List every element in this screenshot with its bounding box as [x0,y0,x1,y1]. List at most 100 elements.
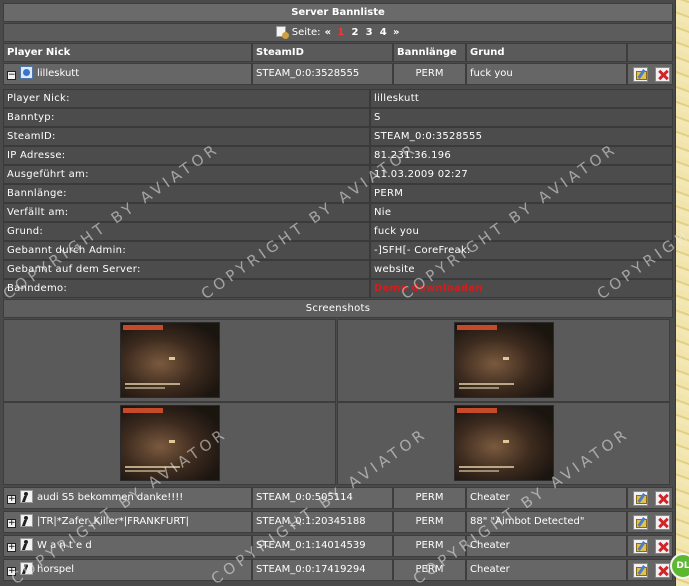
column-header-actions [627,43,673,62]
edit-icon[interactable] [633,67,648,82]
edit-icon[interactable] [633,539,648,554]
detail-label: Gebannt auf dem Server: [3,260,370,279]
steamid-cell: STEAM_0:0:505114 [252,487,393,509]
detail-value: 81.231.36.196 [370,146,673,165]
pager-link-1[interactable]: 1 [337,27,344,38]
detail-row-reason: Grund: fuck you [3,222,673,241]
steamid-cell: STEAM_0:1:20345188 [252,511,393,533]
delete-icon[interactable] [655,539,670,554]
screenshot-thumbnail[interactable] [454,322,554,398]
detail-row-steamid: SteamID: STEAM_0:0:3528555 [3,127,673,146]
ban-length-cell: PERM [393,487,466,509]
detail-value: -]SFH[- CoreFreak: [370,241,673,260]
ban-length-cell: PERM [393,63,466,85]
expand-toggle-icon[interactable]: + [7,567,16,576]
page-icon [275,26,289,39]
screenshot-cell [337,319,670,402]
delete-icon[interactable] [655,67,670,82]
pager-next-link[interactable]: » [393,27,399,38]
table-header: Player Nick SteamID Bannlänge Grund [3,43,673,62]
detail-value: fuck you [370,222,673,241]
pagination: Seite: « 1 2 3 4 » [3,23,673,42]
actions-cell [627,487,673,509]
detail-row-banntyp: Banntyp: S [3,108,673,127]
column-header-steamid: SteamID [252,43,393,62]
detail-row-expires: Verfällt am: Nie [3,203,673,222]
ban-length-cell: PERM [393,535,466,557]
detail-row-ip: IP Adresse: 81.231.36.196 [3,146,673,165]
steamid-cell: STEAM_0:0:3528555 [252,63,393,85]
pager-link-3[interactable]: 3 [366,27,373,38]
reason-cell: fuck you [466,63,627,85]
detail-label: IP Adresse: [3,146,370,165]
actions-cell [627,63,673,85]
expand-toggle-icon[interactable]: + [7,543,16,552]
pager-link-2[interactable]: 2 [351,27,358,38]
ban-row: + W a n t e d STEAM_0:1:14014539 PERM Che… [3,535,673,557]
pager-label: Seite: [291,27,321,38]
player-nick: lilleskutt [37,68,80,79]
reason-cell: Cheater [466,487,627,509]
delete-icon[interactable] [655,491,670,506]
user-icon [20,562,33,575]
screenshot-thumbnail[interactable] [120,405,220,481]
screenshots-title: Screenshots [3,299,673,318]
expand-toggle-icon[interactable]: + [7,495,16,504]
detail-value: 11.03.2009 02:27 [370,165,673,184]
player-nick-cell: + audi S5 bekommen danke!!!! [3,487,252,509]
detail-label: Gebannt durch Admin: [3,241,370,260]
screenshot-cell [3,402,336,485]
user-icon [20,538,33,551]
screenshot-thumbnail[interactable] [454,405,554,481]
ban-length-cell: PERM [393,559,466,581]
user-icon [20,490,33,503]
player-nick-cell: − lilleskutt [3,63,252,85]
player-nick: |TR|*Zafer_Killer*|FRANKFURT| [37,516,190,527]
player-nick-cell: + horspel [3,559,252,581]
screenshot-cell [3,319,336,402]
player-nick: horspel [37,564,75,575]
reason-cell: 88" "Aimbot Detected" [466,511,627,533]
detail-value: STEAM_0:0:3528555 [370,127,673,146]
column-header-bannlaenge: Bannlänge [393,43,466,62]
screenshot-cell [337,402,670,485]
demo-download-link[interactable]: Demo downloaden [370,279,673,298]
player-nick-cell: + |TR|*Zafer_Killer*|FRANKFURT| [3,511,252,533]
detail-value: lilleskutt [370,89,673,108]
detail-label: Ausgeführt am: [3,165,370,184]
detail-value: S [370,108,673,127]
detail-row-demo: Banndemo: Demo downloaden [3,279,673,298]
edit-icon[interactable] [633,515,648,530]
user-icon [20,514,33,527]
detail-label: Banntyp: [3,108,370,127]
expand-toggle-icon[interactable]: + [7,519,16,528]
edit-icon[interactable] [633,563,648,578]
page-background-strip [676,0,689,586]
detail-row-length: Bannlänge: PERM [3,184,673,203]
detail-label: SteamID: [3,127,370,146]
detail-label: Bannlänge: [3,184,370,203]
reason-cell: Cheater [466,559,627,581]
detail-value: Nie [370,203,673,222]
download-badge-icon[interactable]: DL [670,553,689,579]
player-nick: W a n t e d [37,540,92,551]
detail-row-admin: Gebannt durch Admin: -]SFH[- CoreFreak: [3,241,673,260]
actions-cell [627,559,673,581]
edit-icon[interactable] [633,491,648,506]
delete-icon[interactable] [655,515,670,530]
detail-label: Banndemo: [3,279,370,298]
delete-icon[interactable] [655,563,670,578]
ban-row: + audi S5 bekommen danke!!!! STEAM_0:0:50… [3,487,673,509]
player-nick: audi S5 bekommen danke!!!! [37,492,184,503]
column-header-grund: Grund [466,43,627,62]
user-icon [20,66,33,79]
screenshot-thumbnail[interactable] [120,322,220,398]
detail-row-executed: Ausgeführt am: 11.03.2009 02:27 [3,165,673,184]
pager-prev-link[interactable]: « [325,27,331,38]
actions-cell [627,535,673,557]
collapse-toggle-icon[interactable]: − [7,71,16,80]
actions-cell [627,511,673,533]
ban-row: + |TR|*Zafer_Killer*|FRANKFURT| STEAM_0:1… [3,511,673,533]
ban-row-expanded: − lilleskutt STEAM_0:0:3528555 PERM fuck … [3,63,673,85]
pager-link-4[interactable]: 4 [380,27,387,38]
